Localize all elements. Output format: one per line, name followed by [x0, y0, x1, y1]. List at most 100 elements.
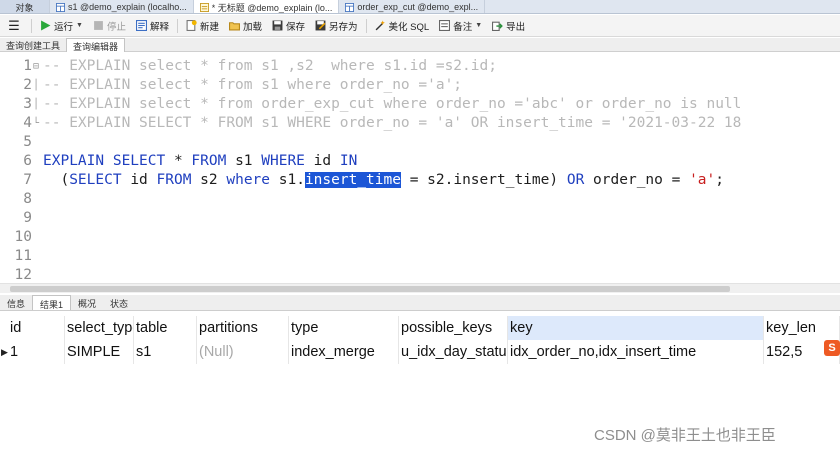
- tab-label: s1 @demo_explain (localho...: [68, 2, 187, 12]
- play-icon: [41, 20, 51, 31]
- column-header-select-type[interactable]: select_type: [65, 316, 134, 340]
- line-number: 6: [23, 153, 32, 169]
- new-button[interactable]: 新建: [181, 16, 224, 36]
- magic-wand-icon: [375, 20, 385, 31]
- column-header-key-len[interactable]: key_len: [764, 316, 840, 340]
- tab-result-1[interactable]: 结果1: [32, 295, 72, 310]
- fold-marker[interactable]: │: [33, 76, 39, 95]
- tab-s1-table[interactable]: s1 @demo_explain (localho...: [50, 0, 194, 13]
- code-text[interactable]: -- EXPLAIN SELECT * FROM s1 WHERE order_…: [43, 114, 741, 133]
- column-header-table[interactable]: table: [134, 316, 197, 340]
- editor-line[interactable]: 12: [0, 266, 840, 283]
- column-header-partitions[interactable]: partitions: [197, 316, 289, 340]
- chevron-down-icon[interactable]: ▼: [475, 22, 482, 29]
- code-token: (: [43, 172, 70, 188]
- tab-query-editor[interactable]: 查询编辑器: [66, 38, 126, 52]
- code-token: -- EXPLAIN select * from s1 ,s2 where s1…: [43, 58, 497, 74]
- editor-line[interactable]: 9: [0, 209, 840, 228]
- beautify-sql-button[interactable]: 美化 SQL: [370, 16, 435, 36]
- comment-button[interactable]: 备注 ▼: [434, 16, 487, 36]
- code-token: where: [226, 172, 271, 188]
- editor-line[interactable]: 6 EXPLAIN SELECT * FROM s1 WHERE id IN: [0, 152, 840, 171]
- tab-order-exp-cut[interactable]: order_exp_cut @demo_expl...: [339, 0, 486, 13]
- comment-icon: [439, 20, 451, 31]
- table-cell[interactable]: SIMPLE: [65, 340, 134, 364]
- editor-line[interactable]: 10: [0, 228, 840, 247]
- editor-line[interactable]: 5: [0, 133, 840, 152]
- editor-line[interactable]: 2 │ -- EXPLAIN select * from s1 where orde…: [0, 76, 840, 95]
- load-button[interactable]: 加载: [224, 16, 267, 36]
- code-token: WHERE: [261, 153, 305, 169]
- input-method-icon[interactable]: S: [824, 340, 840, 356]
- code-token: *: [165, 153, 192, 169]
- query-toolbar: ☰ 运行 ▼ 停止 解释 新建 加载 保存 另存为 美化 SQL 备注 ▼ 导出: [0, 15, 840, 37]
- save-button[interactable]: 保存: [267, 16, 310, 36]
- table-cell[interactable]: s1: [134, 340, 197, 364]
- editor-line[interactable]: 8: [0, 190, 840, 209]
- code-text[interactable]: EXPLAIN SELECT * FROM s1 WHERE id IN: [43, 152, 357, 171]
- code-token: order_no =: [584, 172, 690, 188]
- editor-line[interactable]: 11: [0, 247, 840, 266]
- table-cell[interactable]: u_idx_day_status: [399, 340, 508, 364]
- tab-profile[interactable]: 概况: [71, 295, 103, 310]
- code-text[interactable]: -- EXPLAIN select * from order_exp_cut w…: [43, 95, 741, 114]
- save-as-label: 另存为: [329, 21, 358, 33]
- new-label: 新建: [199, 21, 219, 33]
- code-token: OR: [566, 172, 585, 188]
- line-number: 9: [23, 210, 32, 226]
- column-header-type[interactable]: type: [289, 316, 399, 340]
- watermark: CSDN @莫非王土也非王臣: [594, 427, 776, 444]
- code-token: SELECT: [69, 172, 122, 188]
- code-token: IN: [339, 153, 358, 169]
- table-cell[interactable]: (Null): [197, 340, 289, 364]
- scrollbar-thumb[interactable]: [10, 286, 730, 292]
- tab-untitled-query[interactable]: * 无标题 @demo_explain (lo...: [193, 0, 340, 13]
- tab-info[interactable]: 信息: [0, 295, 32, 310]
- editor-line[interactable]: 3 │ -- EXPLAIN select * from order_exp_cut…: [0, 95, 840, 114]
- sql-editor[interactable]: 1 ⊟ -- EXPLAIN select * from s1 ,s2 where …: [0, 53, 840, 283]
- toolbar-divider: [365, 18, 367, 33]
- table-cell[interactable]: index_merge: [289, 340, 399, 364]
- line-number: 7: [23, 172, 32, 188]
- table-cell[interactable]: 1: [8, 340, 65, 364]
- fold-marker[interactable]: │: [33, 95, 39, 114]
- editor-line[interactable]: 7 (SELECT id FROM s2 where s1.insert_tim…: [0, 171, 840, 190]
- save-as-button[interactable]: 另存为: [310, 16, 363, 36]
- code-text[interactable]: (SELECT id FROM s2 where s1.insert_time …: [43, 171, 724, 190]
- stop-button[interactable]: 停止: [88, 16, 131, 36]
- chevron-down-icon[interactable]: ▼: [76, 22, 83, 29]
- column-header-id[interactable]: id: [8, 316, 65, 340]
- column-header-possible-keys[interactable]: possible_keys: [399, 316, 508, 340]
- explain-label: 解释: [149, 21, 169, 33]
- fold-marker[interactable]: └: [33, 114, 39, 133]
- tab-query-builder[interactable]: 查询创建工具: [0, 38, 66, 52]
- code-text[interactable]: -- EXPLAIN select * from s1 ,s2 where s1…: [43, 57, 497, 76]
- code-token: -- EXPLAIN select * from s1 where order_…: [43, 77, 463, 93]
- run-label: 运行: [54, 21, 74, 33]
- menu-button[interactable]: ☰: [0, 16, 28, 36]
- line-number: 1: [23, 58, 32, 74]
- table-row[interactable]: ▶ 1 SIMPLE s1 (Null) index_merge u_idx_day_sta…: [0, 340, 840, 364]
- result-tabs: 信息 结果1 概况 状态: [0, 295, 840, 311]
- line-number: 10: [14, 229, 32, 245]
- code-token: s1.: [270, 172, 305, 188]
- code-token: id: [121, 172, 157, 188]
- save-as-icon: [315, 20, 326, 31]
- tab-status[interactable]: 状态: [103, 295, 135, 310]
- code-token: -- EXPLAIN select * from order_exp_cut w…: [43, 96, 742, 112]
- editor-line[interactable]: 1 ⊟ -- EXPLAIN select * from s1 ,s2 where …: [0, 57, 840, 76]
- column-header-key[interactable]: key: [508, 316, 764, 340]
- table-cell[interactable]: idx_order_no,idx_insert_time: [508, 340, 764, 364]
- run-button[interactable]: 运行 ▼: [35, 16, 88, 36]
- code-text[interactable]: -- EXPLAIN select * from s1 where order_…: [43, 76, 462, 95]
- code-token: ;: [715, 172, 725, 188]
- line-number: 4: [23, 115, 32, 131]
- export-label: 导出: [506, 21, 526, 33]
- line-number: 5: [23, 134, 32, 150]
- explain-button[interactable]: 解释: [131, 16, 174, 36]
- tab-objects[interactable]: 对象: [0, 0, 50, 13]
- export-button[interactable]: 导出: [487, 16, 530, 36]
- editor-line[interactable]: 4 └ -- EXPLAIN SELECT * FROM s1 WHERE orde…: [0, 114, 840, 133]
- editor-horizontal-scrollbar[interactable]: [0, 283, 840, 293]
- fold-marker[interactable]: ⊟: [33, 57, 39, 76]
